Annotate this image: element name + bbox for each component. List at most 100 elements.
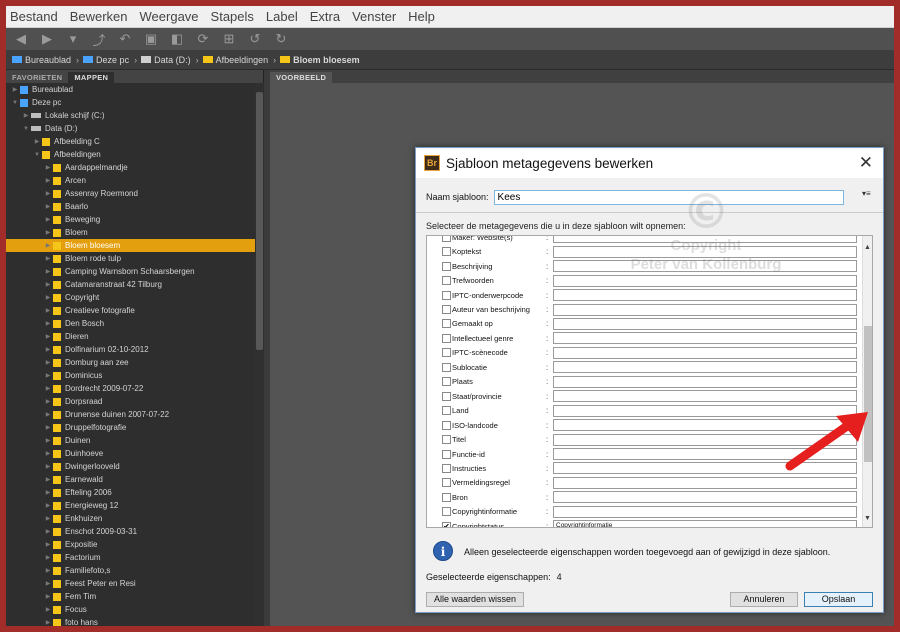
folder-tree-item[interactable]: ▶ Dominicus: [6, 369, 255, 382]
folder-tree-item[interactable]: ▶ Bloem rode tulp: [6, 252, 255, 265]
collapsed-arrow-icon[interactable]: ▶: [43, 580, 53, 587]
folder-tree-item[interactable]: ▶ Bureaublad: [6, 83, 255, 96]
menu-item-weergave[interactable]: Weergave: [138, 9, 201, 24]
expanded-arrow-icon[interactable]: ▼: [21, 126, 31, 132]
folder-tree-item[interactable]: ▶ Efteling 2006: [6, 486, 255, 499]
close-icon[interactable]: ✕: [859, 153, 873, 173]
folder-tree-item[interactable]: ▶ Duinen: [6, 434, 255, 447]
folder-tree-item[interactable]: ▶ Bloem: [6, 226, 255, 239]
folder-tree-item[interactable]: ▼ Afbeeldingen: [6, 148, 255, 161]
folder-tree-item[interactable]: ▶ Catamaranstraat 42 Tilburg: [6, 278, 255, 291]
folder-tree-item[interactable]: ▶ Factorium: [6, 551, 255, 564]
cancel-button[interactable]: Annuleren: [730, 592, 798, 607]
parent-folder-icon[interactable]: ⤴: [90, 30, 108, 49]
forward-icon[interactable]: ▶: [38, 31, 56, 47]
field-value-input[interactable]: [553, 375, 857, 388]
collapsed-arrow-icon[interactable]: ▶: [43, 606, 53, 613]
rotate-left-icon[interactable]: ↺: [246, 31, 264, 47]
folder-tree-item[interactable]: ▶ Afbeelding C: [6, 135, 255, 148]
field-checkbox[interactable]: [442, 247, 451, 257]
breadcrumb-item[interactable]: Deze pc ›: [83, 55, 137, 65]
folder-tree-item[interactable]: ▼ Data (D:): [6, 122, 255, 135]
field-value-input[interactable]: [553, 260, 857, 273]
field-checkbox[interactable]: [442, 276, 451, 286]
collapsed-arrow-icon[interactable]: ▶: [43, 593, 53, 600]
collapsed-arrow-icon[interactable]: ▶: [43, 242, 53, 249]
folder-tree-item[interactable]: ▶ Assenray Roermond: [6, 187, 255, 200]
field-value-input[interactable]: [553, 332, 857, 345]
refine-icon[interactable]: ◧: [168, 31, 186, 47]
folder-tree-item[interactable]: ▶ Lokale schijf (C:): [6, 109, 255, 122]
collapsed-arrow-icon[interactable]: ▶: [43, 307, 53, 314]
collapsed-arrow-icon[interactable]: ▶: [43, 372, 53, 379]
field-checkbox[interactable]: [442, 391, 451, 401]
field-value-input[interactable]: [553, 274, 857, 287]
folder-tree-item[interactable]: ▶ Dordrecht 2009-07-22: [6, 382, 255, 395]
rotate-icon[interactable]: ⟳: [194, 31, 212, 47]
folder-tree-item[interactable]: ▶ Enschot 2009-03-31: [6, 525, 255, 538]
field-value-input[interactable]: [553, 390, 857, 403]
collapsed-arrow-icon[interactable]: ▶: [43, 268, 53, 275]
field-value-input[interactable]: [553, 491, 857, 504]
collapsed-arrow-icon[interactable]: ▶: [43, 541, 53, 548]
field-value-input[interactable]: [553, 361, 857, 374]
collapsed-arrow-icon[interactable]: ▶: [10, 86, 20, 93]
folder-tree-item[interactable]: ▶ Aardappelmandje: [6, 161, 255, 174]
folder-tree-item[interactable]: ▶ Domburg aan zee: [6, 356, 255, 369]
field-value-input[interactable]: [553, 505, 857, 518]
folder-tree-item[interactable]: ▶ Familiefoto,s: [6, 564, 255, 577]
field-checkbox[interactable]: [442, 290, 451, 300]
field-checkbox[interactable]: [442, 492, 451, 502]
menu-item-venster[interactable]: Venster: [350, 9, 398, 24]
field-checkbox[interactable]: [442, 377, 451, 387]
folder-tree-item[interactable]: ▶ Enkhuizen: [6, 512, 255, 525]
folder-tree-item[interactable]: ▶ Baarlo: [6, 200, 255, 213]
folder-tree-item[interactable]: ▶ Drunense duinen 2007-07-22: [6, 408, 255, 421]
field-checkbox[interactable]: [442, 319, 451, 329]
collapsed-arrow-icon[interactable]: ▶: [43, 450, 53, 457]
folder-tree-item[interactable]: ▶ Energieweg 12: [6, 499, 255, 512]
field-value-input[interactable]: [553, 303, 857, 316]
field-checkbox[interactable]: [442, 236, 451, 242]
field-value-input[interactable]: [553, 236, 857, 244]
collapsed-arrow-icon[interactable]: ▶: [43, 515, 53, 522]
scroll-down-icon[interactable]: ▼: [864, 515, 871, 522]
breadcrumb-item[interactable]: Bureaublad ›: [12, 55, 79, 65]
folder-tree-item[interactable]: ▶ Arcen: [6, 174, 255, 187]
folder-tree-item[interactable]: ▶ Bloem bloesem: [6, 239, 255, 252]
folder-tree-item[interactable]: ▶ Dwingerlooveld: [6, 460, 255, 473]
tab-favorites[interactable]: FAVORIETEN: [6, 72, 68, 83]
field-checkbox[interactable]: [442, 305, 451, 314]
folder-tree-item[interactable]: ▶ Feest Peter en Resi: [6, 577, 255, 590]
collapsed-arrow-icon[interactable]: ▶: [43, 320, 53, 327]
folder-tree-item[interactable]: ▶ Dieren: [6, 330, 255, 343]
menu-item-extra[interactable]: Extra: [308, 9, 342, 24]
collapsed-arrow-icon[interactable]: ▶: [43, 255, 53, 262]
collapsed-arrow-icon[interactable]: ▶: [43, 554, 53, 561]
collapsed-arrow-icon[interactable]: ▶: [43, 216, 53, 223]
rotate-right-icon[interactable]: ↻: [272, 31, 290, 47]
folder-tree-item[interactable]: ▶ Dorpsraad: [6, 395, 255, 408]
collapsed-arrow-icon[interactable]: ▶: [43, 385, 53, 392]
folder-tree-item[interactable]: ▶ foto hans: [6, 616, 255, 626]
field-checkbox[interactable]: [442, 507, 451, 517]
back-icon[interactable]: ◀: [12, 31, 30, 47]
collapsed-arrow-icon[interactable]: ▶: [21, 112, 31, 119]
breadcrumb-item[interactable]: Bloem bloesem: [280, 55, 360, 65]
field-checkbox[interactable]: [442, 478, 451, 488]
folder-tree-item[interactable]: ▶ Dolfinarium 02-10-2012: [6, 343, 255, 356]
menu-item-label[interactable]: Label: [264, 9, 300, 24]
collapsed-arrow-icon[interactable]: ▶: [43, 567, 53, 574]
collapsed-arrow-icon[interactable]: ▶: [43, 333, 53, 340]
field-value-input[interactable]: [553, 289, 857, 302]
tab-preview[interactable]: VOORBEELD: [270, 72, 333, 83]
folder-tree-item[interactable]: ▶ Camping Warnsborn Schaarsbergen: [6, 265, 255, 278]
collapsed-arrow-icon[interactable]: ▶: [43, 424, 53, 431]
folder-tree-item[interactable]: ▶ Fem Tim: [6, 590, 255, 603]
field-value-input[interactable]: [553, 245, 857, 258]
flyout-menu-icon[interactable]: ▾≡: [862, 189, 871, 198]
collapsed-arrow-icon[interactable]: ▶: [43, 164, 53, 171]
new-window-icon[interactable]: ⊞: [220, 31, 238, 47]
folder-tree-item[interactable]: ▶ Duinhoeve: [6, 447, 255, 460]
field-checkbox[interactable]: [442, 362, 451, 372]
